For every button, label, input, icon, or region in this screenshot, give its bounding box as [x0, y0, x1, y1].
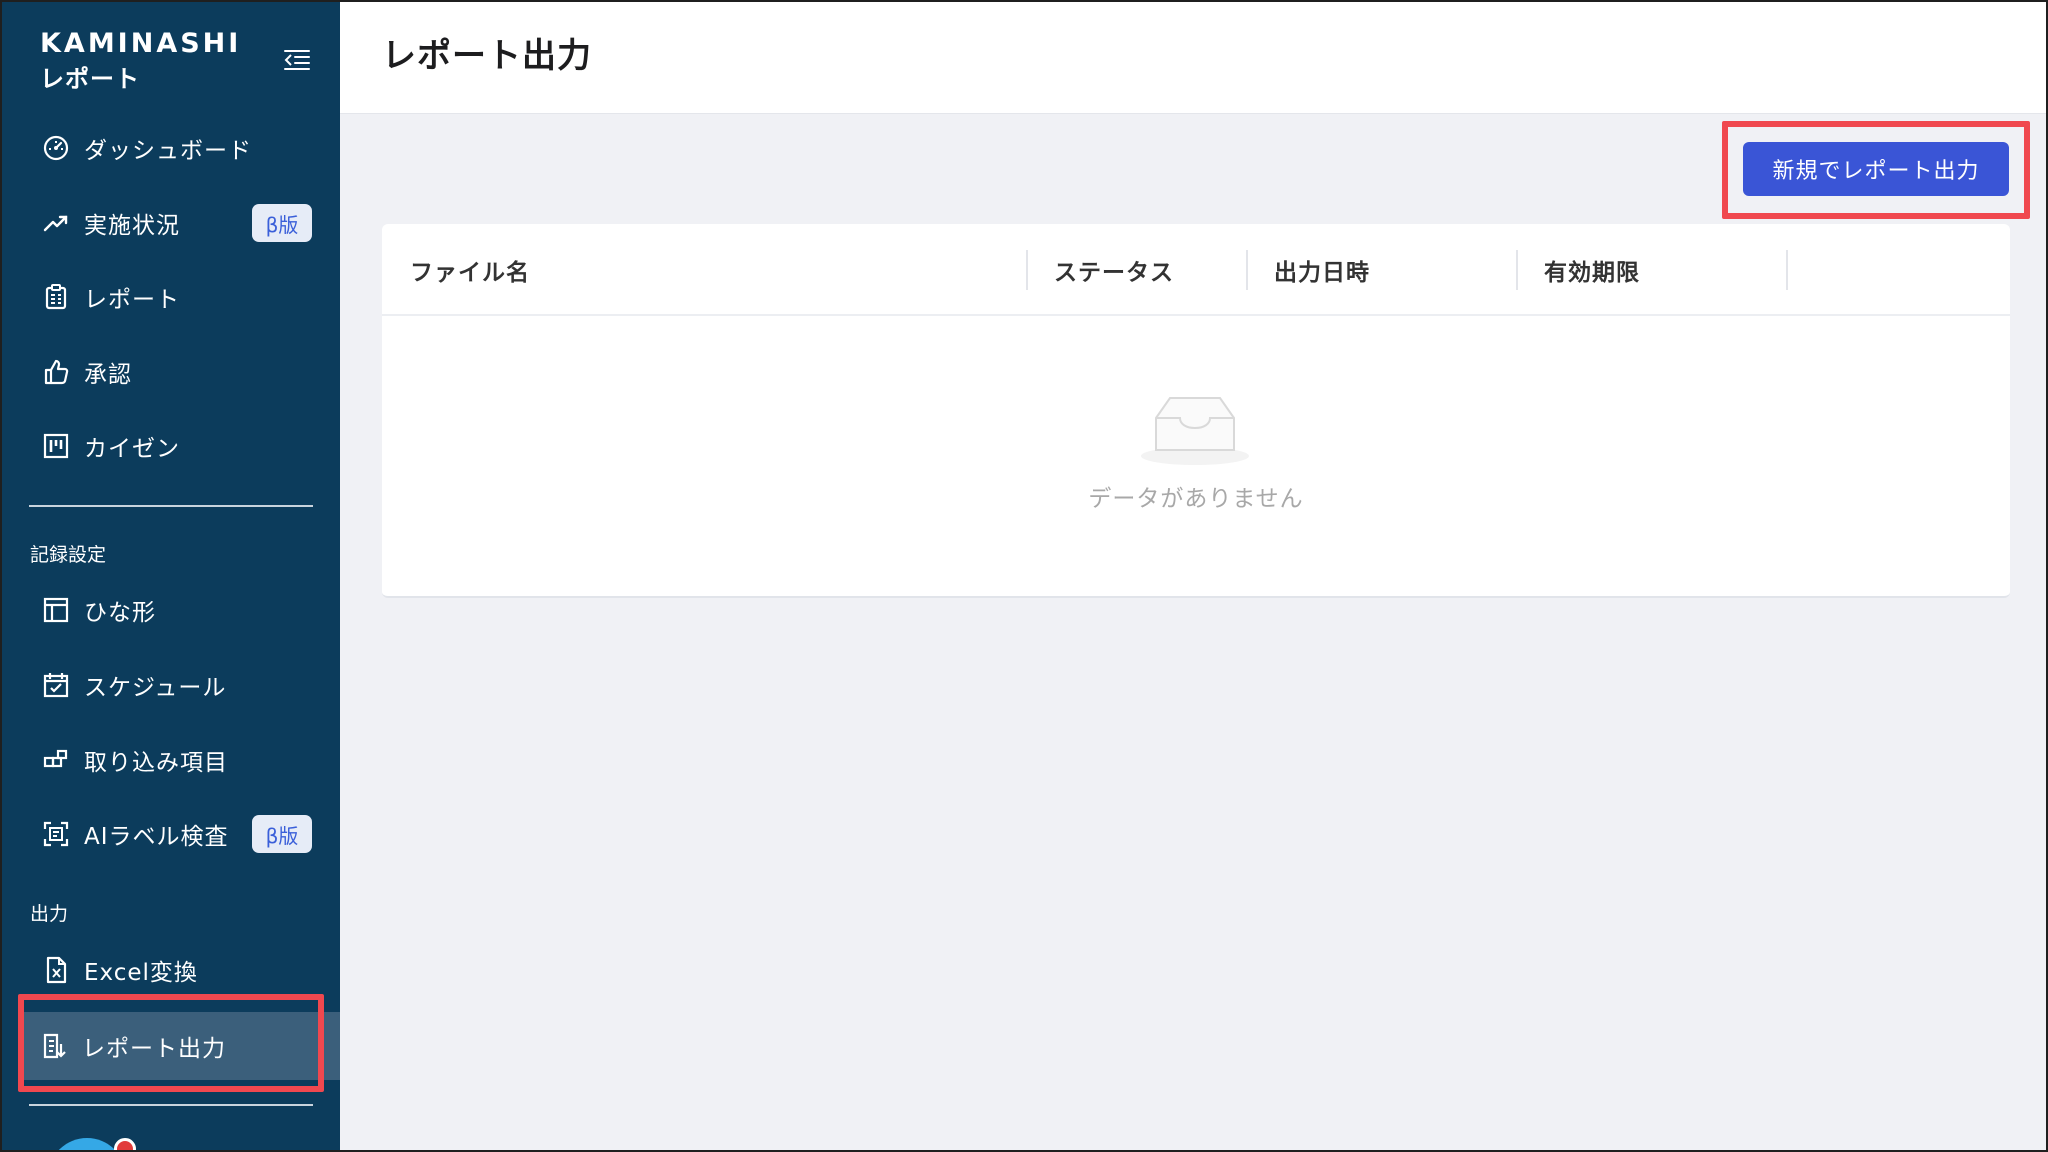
dashboard-gauge-icon	[42, 134, 70, 162]
notification-dot-icon	[114, 1138, 136, 1150]
beta-badge: β版	[252, 204, 312, 242]
thumbs-up-icon	[42, 358, 70, 386]
kanban-board-icon	[42, 432, 70, 460]
empty-inbox-icon	[1140, 392, 1250, 466]
app-window: KAMINASHI レポート ダッシュボード 実施状況 β版 レポート 承認 カ…	[0, 0, 2048, 1152]
brand-logo[interactable]: KAMINASHI レポート	[40, 26, 241, 96]
column-separator	[1246, 250, 1248, 290]
template-layout-icon	[42, 596, 70, 624]
column-separator	[1786, 250, 1788, 290]
column-header-status[interactable]: ステータス	[1054, 224, 1174, 316]
sidebar-item-dashboard[interactable]: ダッシュボード	[2, 116, 340, 180]
sidebar-item-label: ひな形	[84, 600, 156, 626]
sidebar-item-label: 承認	[84, 362, 132, 388]
collapse-menu-icon[interactable]	[284, 46, 312, 74]
table-header: ファイル名 ステータス 出力日時 有効期限	[382, 224, 2010, 316]
excel-file-icon	[42, 956, 70, 984]
sidebar-item-report-export[interactable]: レポート出力	[18, 1012, 340, 1080]
column-separator	[1516, 250, 1518, 290]
calendar-check-icon	[42, 671, 70, 699]
section-title-output: 出力	[30, 903, 69, 925]
sidebar-divider	[29, 505, 313, 507]
sidebar-item-excel[interactable]: Excel変換	[2, 938, 340, 1002]
sidebar-item-label: AIラベル検査	[84, 824, 229, 850]
beta-badge: β版	[252, 815, 312, 853]
column-header-output-datetime[interactable]: 出力日時	[1274, 224, 1370, 316]
sidebar-item-ai-label[interactable]: AIラベル検査 β版	[2, 802, 340, 866]
sidebar-item-label: 実施状況	[84, 213, 180, 239]
sidebar-item-label: 取り込み項目	[84, 750, 228, 776]
sidebar: KAMINASHI レポート ダッシュボード 実施状況 β版 レポート 承認 カ…	[2, 2, 340, 1150]
ai-scan-icon	[42, 820, 70, 848]
sidebar-item-label: Excel変換	[84, 960, 198, 986]
sidebar-divider	[29, 1104, 313, 1106]
sidebar-item-label: ダッシュボード	[84, 138, 252, 164]
column-header-filename[interactable]: ファイル名	[410, 224, 530, 316]
trend-line-icon	[42, 209, 70, 237]
new-report-export-button[interactable]: 新規でレポート出力	[1743, 142, 2009, 196]
report-export-table: ファイル名 ステータス 出力日時 有効期限 データがありません	[382, 224, 2010, 598]
empty-state-text: データがありません	[1088, 486, 1304, 512]
sidebar-item-report[interactable]: レポート	[2, 265, 340, 329]
sidebar-item-import[interactable]: 取り込み項目	[2, 728, 340, 792]
sidebar-item-template[interactable]: ひな形	[2, 578, 340, 642]
sidebar-item-status[interactable]: 実施状況 β版	[2, 191, 340, 255]
brand-subtitle: レポート	[40, 65, 140, 93]
page-header: レポート出力	[340, 2, 2046, 114]
sidebar-item-label: スケジュール	[84, 675, 227, 701]
page-title: レポート出力	[382, 36, 592, 76]
column-header-expiry[interactable]: 有効期限	[1544, 224, 1640, 316]
sidebar-item-label: カイゼン	[84, 436, 180, 462]
import-blocks-icon	[42, 746, 70, 774]
report-export-icon	[40, 1032, 68, 1060]
sidebar-item-label: レポート出力	[82, 1036, 226, 1062]
sidebar-item-approval[interactable]: 承認	[2, 340, 340, 404]
column-separator	[1026, 250, 1028, 290]
sidebar-item-kaizen[interactable]: カイゼン	[2, 414, 340, 478]
brand-name: KAMINASHI	[40, 28, 242, 59]
sidebar-item-label: レポート	[84, 287, 180, 313]
section-title-record: 記録設定	[30, 544, 107, 566]
clipboard-report-icon	[42, 283, 70, 311]
sidebar-item-schedule[interactable]: スケジュール	[2, 653, 340, 717]
